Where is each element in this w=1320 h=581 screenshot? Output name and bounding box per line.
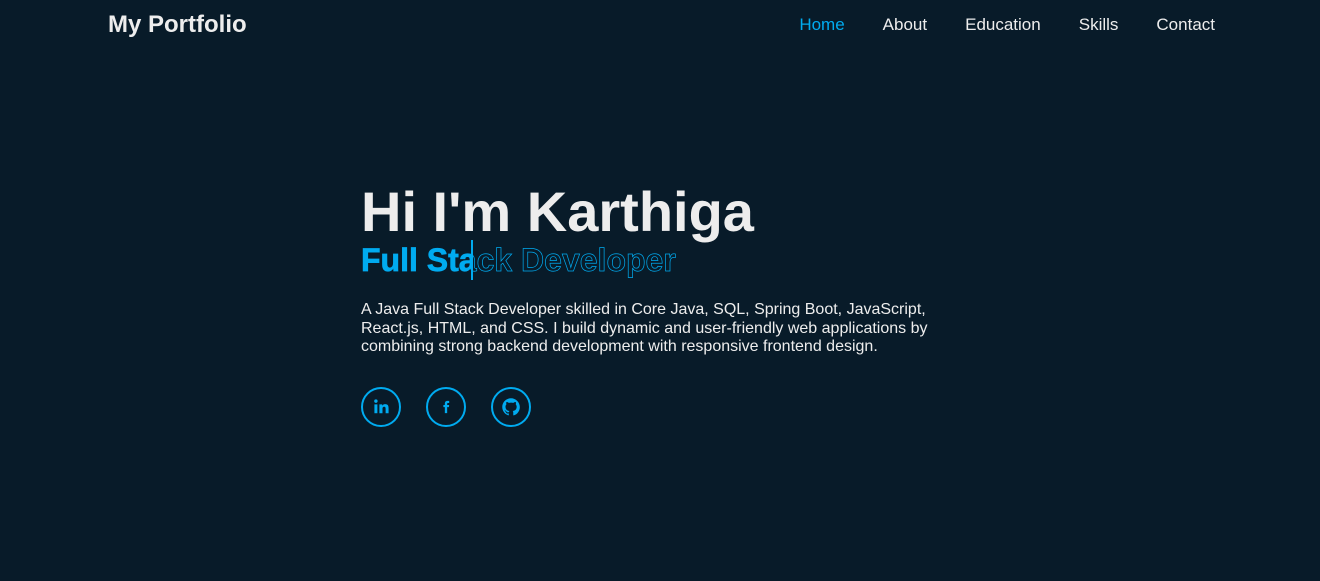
role-typing: Full Stack Developer Full Sta xyxy=(361,240,941,280)
facebook-icon xyxy=(439,399,453,415)
site-header: My Portfolio Home About Education Skills… xyxy=(0,0,1320,52)
nav-education[interactable]: Education xyxy=(965,15,1041,35)
github-icon xyxy=(501,397,521,417)
logo[interactable]: My Portfolio xyxy=(108,10,247,40)
social-links xyxy=(361,386,941,427)
facebook-link[interactable] xyxy=(426,386,466,427)
linkedin-link[interactable] xyxy=(361,386,401,427)
role-filled-text: Full Sta xyxy=(361,240,473,280)
nav-home[interactable]: Home xyxy=(799,15,844,35)
nav-about[interactable]: About xyxy=(883,15,927,35)
github-link[interactable] xyxy=(491,386,531,427)
nav-contact[interactable]: Contact xyxy=(1156,15,1215,35)
hero-description: A Java Full Stack Developer skilled in C… xyxy=(361,301,928,355)
linkedin-icon xyxy=(373,398,390,415)
nav-skills[interactable]: Skills xyxy=(1079,15,1119,35)
main-nav: Home About Education Skills Contact xyxy=(799,15,1215,35)
hero-title: Hi I'm Karthiga xyxy=(361,180,754,243)
hero-section: Hi I'm Karthiga Full Stack Developer Ful… xyxy=(361,180,941,427)
